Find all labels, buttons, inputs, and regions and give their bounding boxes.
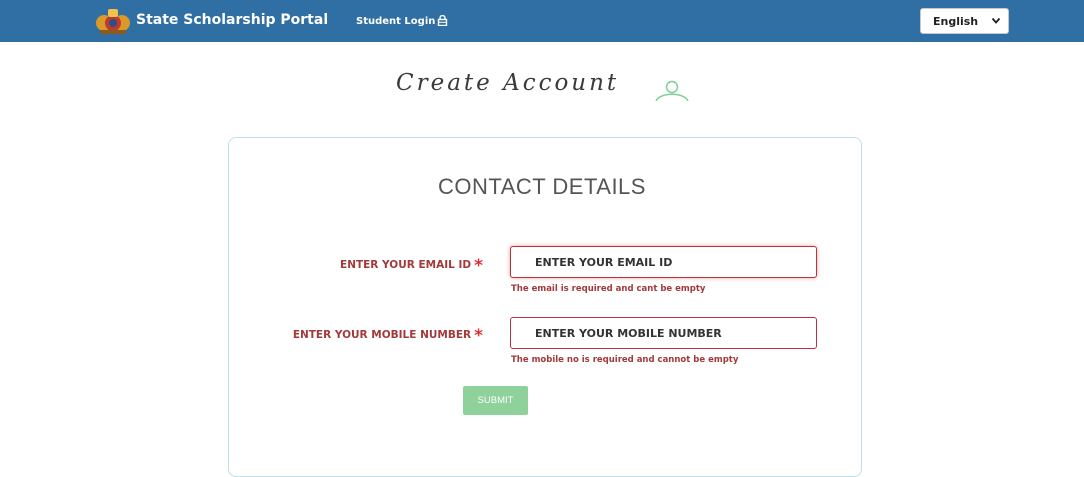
student-login-label: Student Login	[356, 16, 436, 27]
emblem-logo[interactable]	[94, 6, 132, 36]
mobile-error: The mobile no is required and cannot be …	[511, 355, 739, 365]
language-value: English	[933, 15, 979, 28]
email-label: ENTER YOUR EMAIL ID *	[340, 256, 483, 276]
student-login-link[interactable]: Student Login	[356, 15, 448, 27]
email-label-text: ENTER YOUR EMAIL ID	[340, 259, 472, 271]
brand-title[interactable]: State Scholarship Portal	[136, 12, 328, 28]
required-marker: *	[474, 326, 483, 346]
top-navbar: State Scholarship Portal Student Login E…	[0, 0, 1084, 42]
section-title: CONTACT DETAILS	[438, 174, 646, 199]
email-error: The email is required and cant be empty	[511, 284, 706, 294]
chevron-down-icon	[991, 17, 1001, 24]
lock-icon	[438, 15, 448, 26]
page-title: Create Account	[396, 70, 620, 96]
language-select[interactable]: English	[920, 8, 1009, 34]
email-field[interactable]	[510, 246, 817, 278]
required-marker: *	[474, 256, 483, 276]
user-icon	[655, 80, 689, 102]
submit-button[interactable]: SUBMIT	[463, 386, 528, 415]
mobile-field[interactable]	[510, 317, 817, 349]
mobile-label-text: ENTER YOUR MOBILE NUMBER	[292, 329, 472, 341]
mobile-label: ENTER YOUR MOBILE NUMBER *	[293, 326, 483, 346]
